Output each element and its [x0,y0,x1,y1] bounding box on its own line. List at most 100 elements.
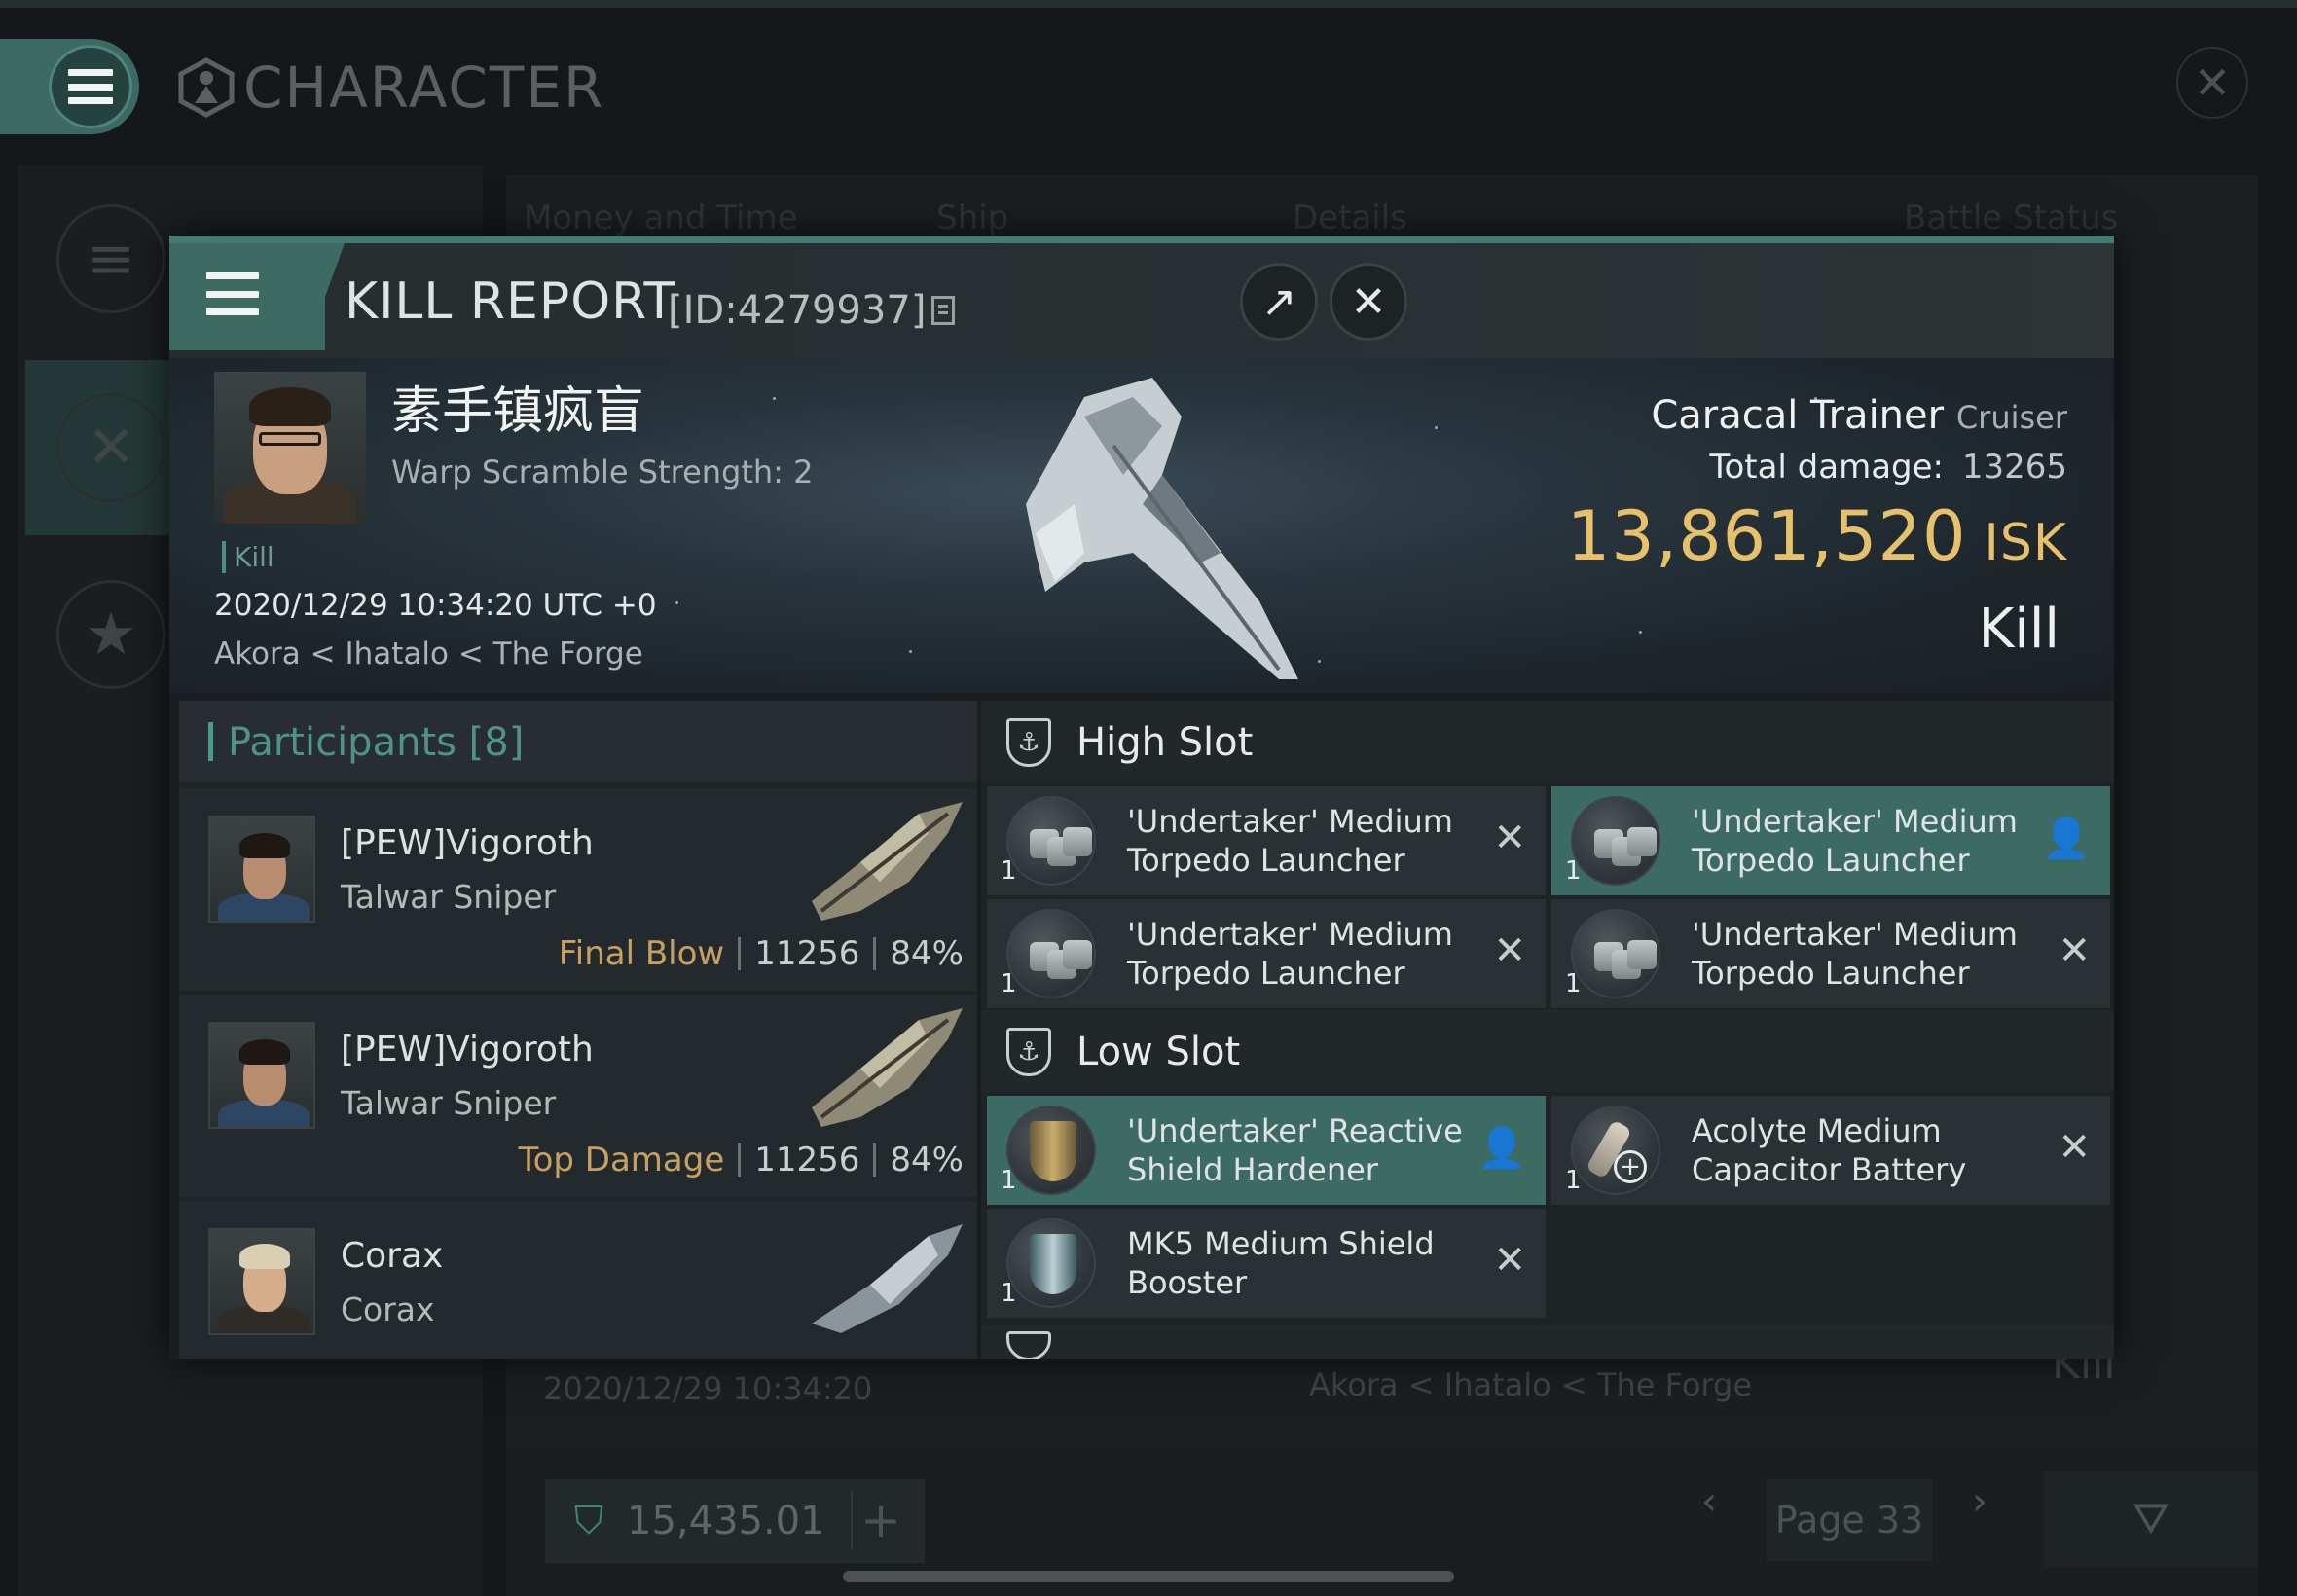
plus-icon[interactable]: + [851,1491,909,1549]
module-name-line1: 'Undertaker' Medium [1692,916,2018,953]
chevron-right-icon[interactable]: › [1972,1479,1987,1524]
victim-portrait[interactable] [214,372,366,524]
kill-timestamp: 2020/12/29 10:34:20 UTC +0 [214,588,657,623]
high-slot-header: ⚓ High Slot [981,701,2114,782]
participant-row[interactable]: Corax Corax [179,1201,977,1359]
victim-ship-image[interactable] [967,358,1376,693]
module-name-line2: Shield Hardener [1127,1151,1378,1188]
character-emblem-icon [178,57,235,118]
copy-icon[interactable] [931,296,956,325]
participant-portrait[interactable] [208,1228,315,1335]
module-item[interactable]: 1 'Undertaker' Medium Torpedo Launcher ✕ [987,786,1546,895]
participant-tag: Final Blow [558,934,725,973]
module-name: 'Undertaker' Medium Torpedo Launcher [1127,915,1477,993]
torpedo-launcher-icon [1006,796,1096,886]
participant-row[interactable]: [PEW]Vigoroth Talwar Sniper Top Damage 1… [179,995,977,1197]
low-slot-icon: ⚓ [1006,1028,1051,1076]
main-menu-button[interactable] [0,39,139,134]
participant-row[interactable]: [PEW]Vigoroth Talwar Sniper Final Blow 1… [179,788,977,991]
wallet-balance: ⛉ 15,435.01 + [545,1479,925,1563]
top-strip [0,0,2297,8]
dialog-title: KILL REPORT [345,272,676,331]
participant-damage: 11256 [754,934,860,973]
destroyed-icon: ✕ [1493,1238,1526,1283]
participant-tag: Top Damage [518,1141,725,1179]
dropped-person-icon: 👤 [1477,1126,1526,1171]
victim-banner: 素手镇疯盲 Warp Scramble Strength: 2 Kill 202… [169,358,2114,693]
capacitor-battery-icon: + [1571,1106,1660,1195]
menu-tab-edge [306,243,345,350]
module-name-line2: Torpedo Launcher [1127,955,1405,992]
crossed-swords-icon[interactable]: ✕ [56,393,165,502]
torpedo-launcher-icon [1571,909,1660,998]
module-name-line2: Capacitor Battery [1692,1151,1967,1188]
shield-hardener-icon [1006,1106,1096,1195]
participant-stats: Top Damage 11256 84% [519,1141,964,1179]
row-time: 2020/12/29 10:34:20 [543,1370,873,1407]
module-qty: 1 [1001,856,1017,886]
module-name: 'Undertaker' Medium Torpedo Launcher [1692,802,2042,880]
kill-location[interactable]: Akora < Ihatalo < The Forge [214,636,643,671]
total-damage: Total damage: 13265 [1709,448,2067,487]
page-indicator: Page 33 [1767,1479,1932,1561]
module-name: MK5 Medium Shield Booster [1127,1224,1477,1302]
participant-percent: 84% [890,934,964,973]
star-icon[interactable]: ★ [56,580,165,689]
kill-id-text: [ID:4279937] [668,288,927,333]
participant-name: [PEW]Vigoroth [341,1030,594,1070]
share-icon[interactable]: ↗ [1240,263,1318,341]
victim-ship-name[interactable]: Caracal Trainer Cruiser [1651,393,2067,438]
destroyed-icon: ✕ [2058,1125,2091,1170]
close-icon[interactable]: ✕ [2176,47,2248,119]
high-slot-icon: ⚓ [1006,718,1051,767]
list-icon[interactable]: ≡ [56,204,165,313]
module-name: 'Undertaker' Medium Torpedo Launcher [1127,802,1477,880]
module-qty: 1 [1565,856,1582,886]
ship-name-text: Caracal Trainer [1651,393,1945,438]
wallet-icon: ⛉ [574,1499,603,1543]
participant-portrait[interactable] [208,1022,315,1129]
header-money-time[interactable]: Money and Time [524,199,798,237]
module-name-line1: 'Undertaker' Medium [1127,916,1453,953]
filter-icon[interactable]: ⛛ [2044,1471,2258,1567]
total-damage-value: 13265 [1961,448,2067,487]
participant-name: Corax [341,1236,444,1276]
mid-slot-header-partial [981,1325,2114,1359]
module-qty: 1 [1565,1166,1582,1195]
module-name-line2: Torpedo Launcher [1127,842,1405,879]
chevron-left-icon[interactable]: ‹ [1701,1479,1717,1524]
module-name: Acolyte Medium Capacitor Battery [1692,1111,2042,1189]
module-item[interactable]: 1 'Undertaker' Reactive Shield Hardener 👤 [987,1096,1546,1205]
participant-portrait[interactable] [208,816,315,923]
module-name-line1: 'Undertaker' Medium [1127,803,1453,840]
kill-report-dialog: KILL REPORT [ID:4279937] ↗ ✕ 素手镇疯盲 Warp … [169,236,2114,1359]
kill-history-headers: Money and Time Ship Details Battle Statu… [524,199,2120,237]
torpedo-launcher-icon [1571,796,1660,886]
ship-class: Cruiser [1955,399,2067,436]
header-battle-status[interactable]: Battle Status [1904,199,2118,237]
module-qty: 1 [1565,969,1582,998]
low-slot-header: ⚓ Low Slot [981,1010,2114,1092]
module-name-line2: Booster [1127,1264,1248,1301]
hamburger-icon [206,272,259,315]
participants-panel: Participants [8] [PEW]Vigoroth Talwar Sn… [179,701,977,1359]
module-name: 'Undertaker' Medium Torpedo Launcher [1692,915,2042,993]
home-indicator [843,1571,1454,1582]
torpedo-launcher-icon [1006,909,1096,998]
module-item[interactable]: 1 'Undertaker' Medium Torpedo Launcher ✕ [987,899,1546,1008]
header-details[interactable]: Details [1293,199,1407,237]
module-item[interactable]: 1 'Undertaker' Medium Torpedo Launcher 👤 [1551,786,2110,895]
module-name-line1: Acolyte Medium [1692,1112,1942,1149]
close-icon[interactable]: ✕ [1330,263,1407,341]
isk-value: 13,861,520 ISK [1567,496,2067,576]
module-item[interactable]: 1 'Undertaker' Medium Torpedo Launcher ✕ [1551,899,2110,1008]
header-ship[interactable]: Ship [936,199,1008,237]
dialog-menu-button[interactable] [169,243,325,350]
low-slot-label: Low Slot [1076,1030,1241,1074]
hamburger-icon [49,45,132,128]
participants-title: Participants [8] [228,720,525,765]
module-item[interactable]: + 1 Acolyte Medium Capacitor Battery ✕ [1551,1096,2110,1205]
victim-name[interactable]: 素手镇疯盲 [391,370,644,443]
high-slot-label: High Slot [1076,720,1254,765]
module-item[interactable]: 1 MK5 Medium Shield Booster ✕ [987,1209,1546,1318]
